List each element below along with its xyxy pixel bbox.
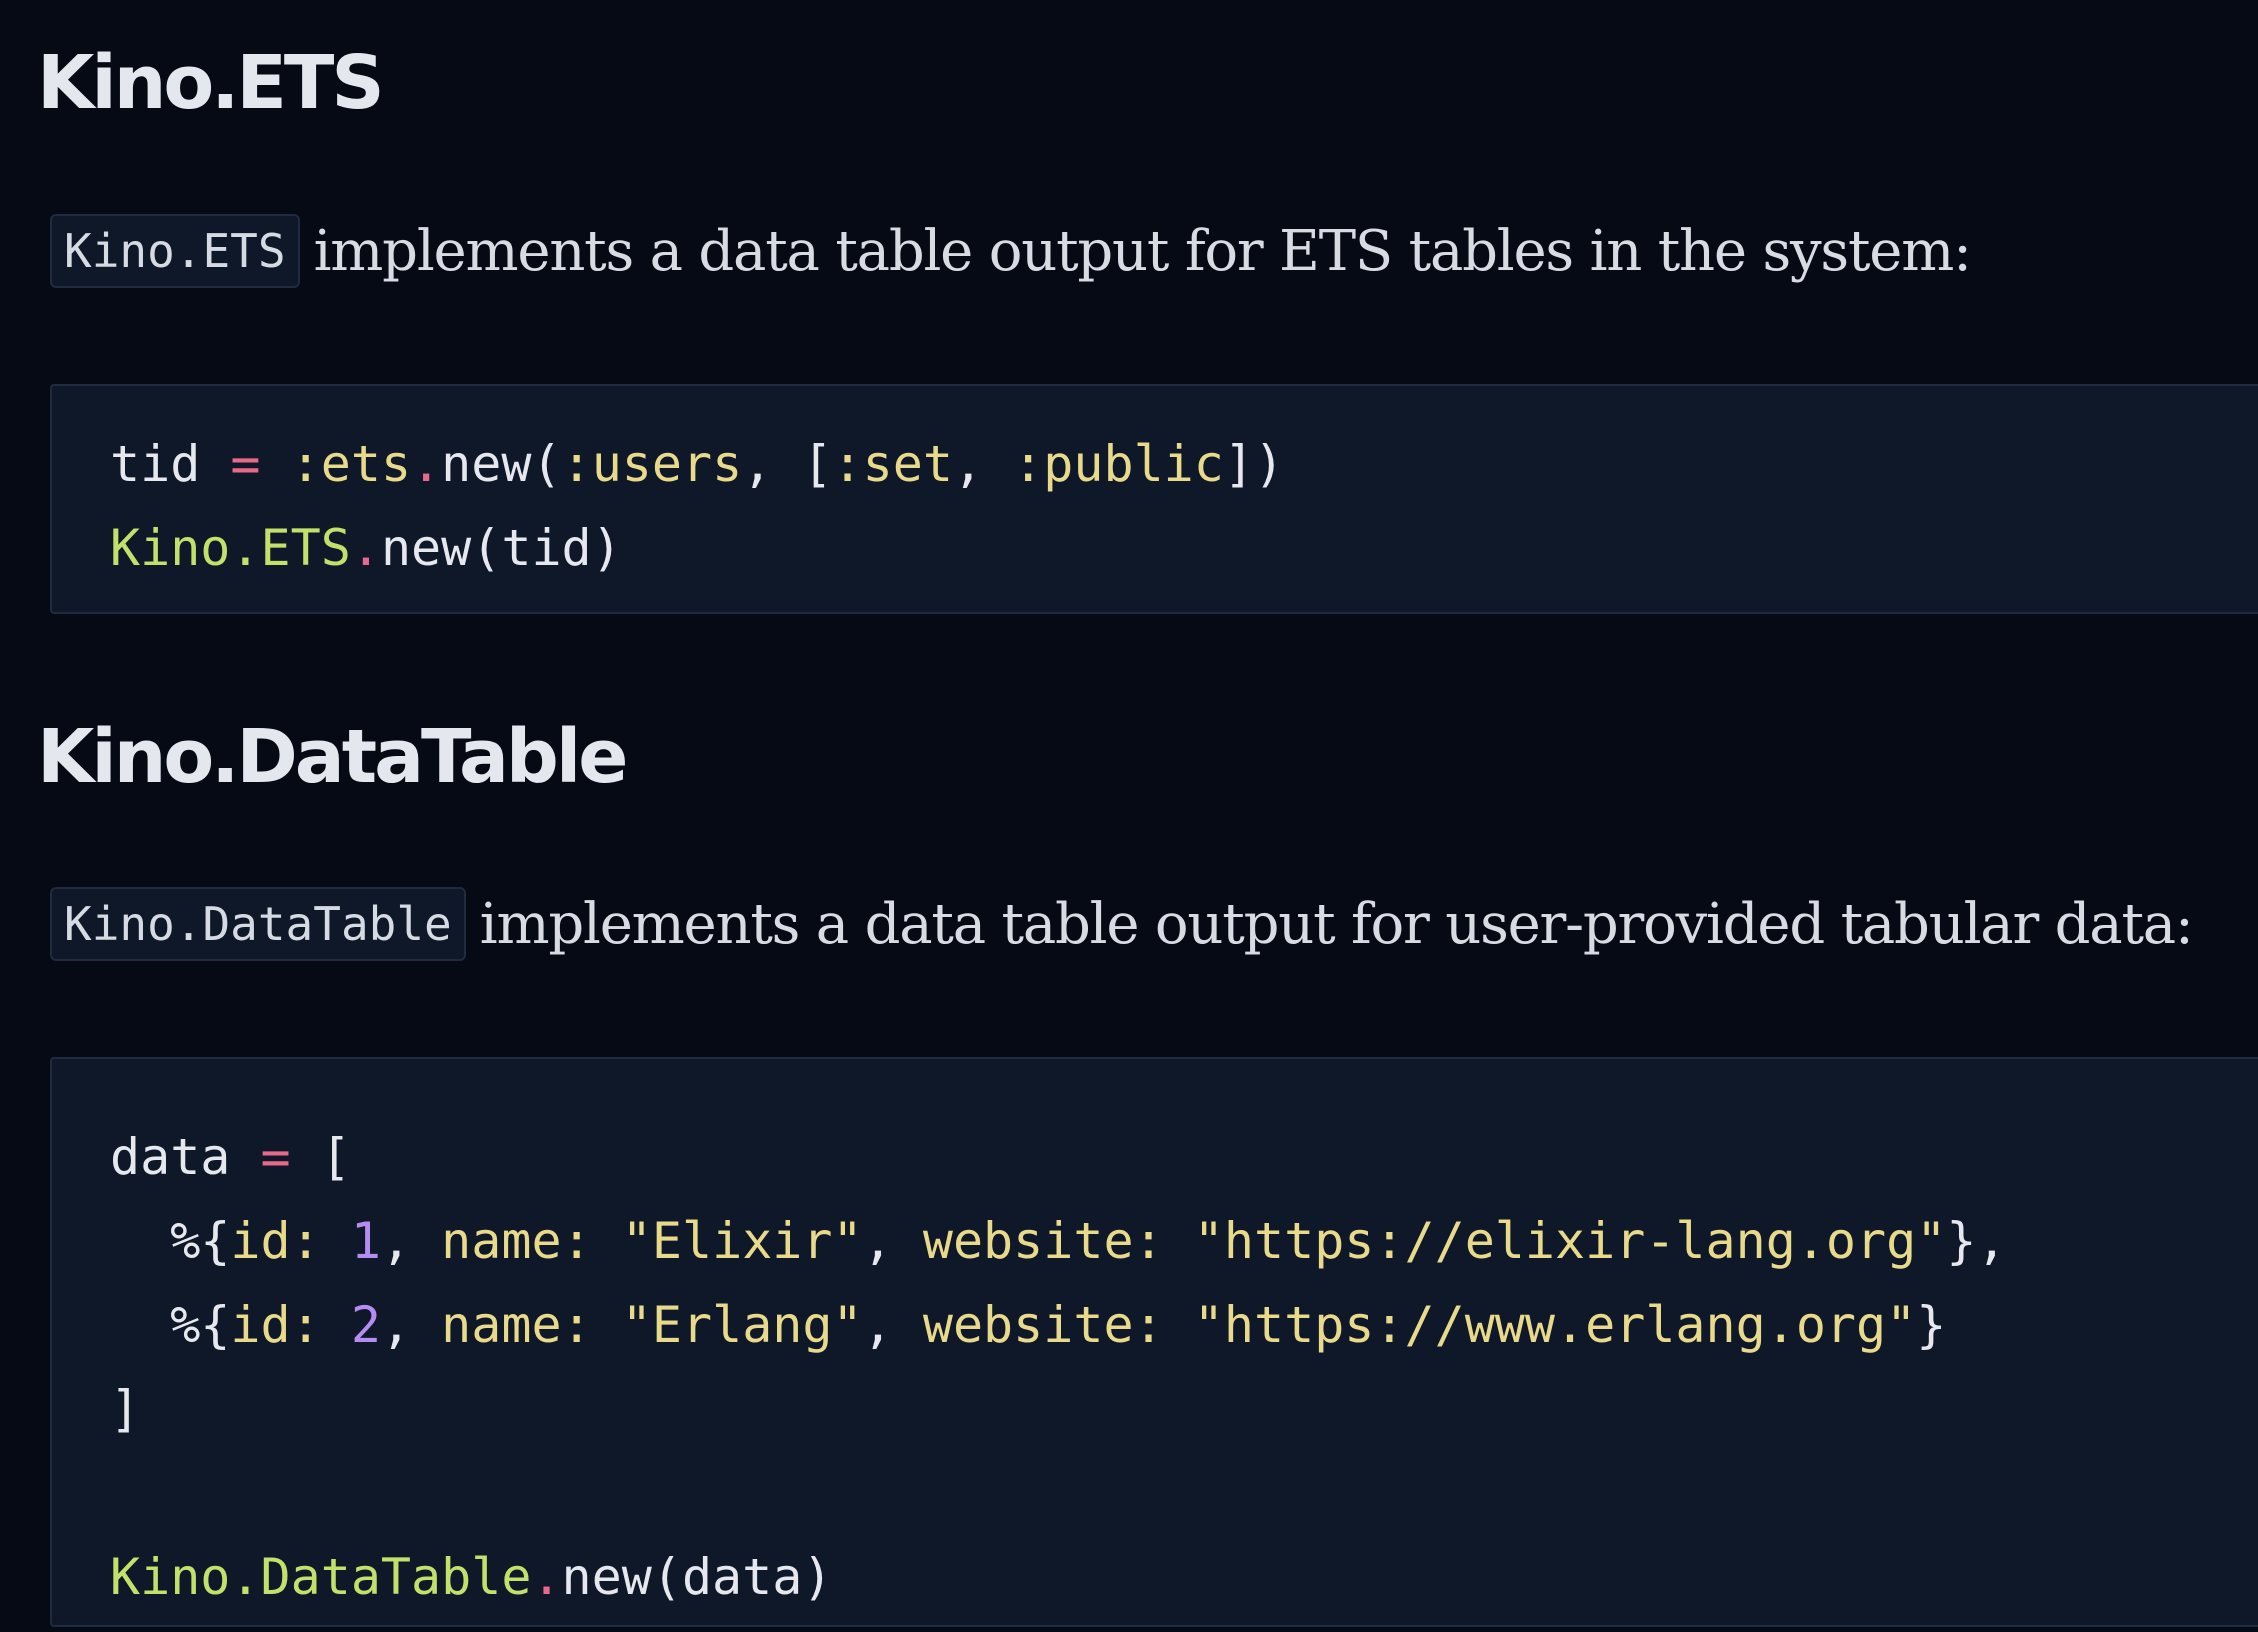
code-token: "Erlang" xyxy=(621,1296,863,1354)
code-token: Kino.ETS xyxy=(110,519,351,577)
code-token: ]) xyxy=(1223,435,1285,493)
code-token: } xyxy=(1916,1296,1947,1354)
code-line: data = [ xyxy=(110,1115,2258,1199)
code-token: new( xyxy=(441,435,562,493)
code-token: id: xyxy=(230,1296,321,1354)
code-token: 2 xyxy=(350,1296,381,1354)
code-line: Kino.DataTable.new(data) xyxy=(110,1535,2258,1619)
code-token: ] xyxy=(110,1380,141,1438)
code-token: new(data) xyxy=(561,1548,833,1606)
code-token: :users xyxy=(561,435,743,493)
code-token: . xyxy=(531,1548,562,1606)
code-token: "https://www.erlang.org" xyxy=(1193,1296,1917,1354)
code-token: , xyxy=(952,435,1014,493)
section-heading-kino-ets: Kino.ETS xyxy=(37,40,385,126)
description-text-kino-ets: implements a data table output for ETS t… xyxy=(313,218,1972,284)
code-token: = xyxy=(260,1128,291,1186)
code-token: tid xyxy=(110,435,201,493)
code-token: 1 xyxy=(350,1212,381,1270)
code-token: data xyxy=(110,1128,231,1186)
code-token: website: xyxy=(922,1212,1164,1270)
code-token: "https://elixir-lang.org" xyxy=(1193,1212,1947,1270)
code-token: , xyxy=(380,1212,442,1270)
code-token: . xyxy=(411,435,442,493)
code-token: . xyxy=(350,519,381,577)
code-token: , xyxy=(862,1296,923,1354)
code-token: Kino.DataTable xyxy=(110,1548,532,1606)
code-token: :public xyxy=(1013,435,1224,493)
code-token: , xyxy=(380,1296,442,1354)
section-description-kino-ets: Kino.ETS implements a data table output … xyxy=(50,211,1972,291)
description-text-kino-datatable: implements a data table output for user-… xyxy=(479,891,2194,957)
code-token: "Elixir" xyxy=(621,1212,863,1270)
code-token: name: xyxy=(441,1212,592,1270)
code-token: id: xyxy=(230,1212,321,1270)
code-block-kino-ets[interactable]: tid = :ets.new(:users, [:set, :public]) K… xyxy=(50,384,2258,614)
inline-code-kino-ets: Kino.ETS xyxy=(50,214,300,288)
section-heading-kino-datatable: Kino.DataTable xyxy=(37,714,628,800)
code-token: }, xyxy=(1946,1212,2007,1270)
code-token: [ xyxy=(290,1128,351,1186)
code-line: ] xyxy=(110,1367,2258,1451)
code-token: %{ xyxy=(110,1296,231,1354)
code-token: name: xyxy=(441,1296,592,1354)
code-token: %{ xyxy=(110,1212,231,1270)
code-block-kino-datatable[interactable]: data = [ %{id: 1, name: "Elixir", websit… xyxy=(50,1057,2258,1627)
docs-page: Kino.ETS Kino.ETS implements a data tabl… xyxy=(0,0,2258,1632)
code-line: Kino.ETS.new(tid) xyxy=(110,506,2258,590)
code-line: %{id: 1, name: "Elixir", website: "https… xyxy=(110,1199,2258,1283)
code-line: %{id: 2, name: "Erlang", website: "https… xyxy=(110,1283,2258,1367)
code-token: website: xyxy=(922,1296,1164,1354)
inline-code-kino-datatable: Kino.DataTable xyxy=(50,887,466,961)
code-token: = xyxy=(230,435,261,493)
code-token: :set xyxy=(832,435,953,493)
code-token: :ets xyxy=(290,435,412,493)
section-description-kino-datatable: Kino.DataTable implements a data table o… xyxy=(50,884,2194,964)
code-line: tid = :ets.new(:users, [:set, :public]) xyxy=(110,422,2258,506)
code-token: , xyxy=(862,1212,923,1270)
code-token: , [ xyxy=(742,435,833,493)
code-token: new(tid) xyxy=(380,519,622,577)
